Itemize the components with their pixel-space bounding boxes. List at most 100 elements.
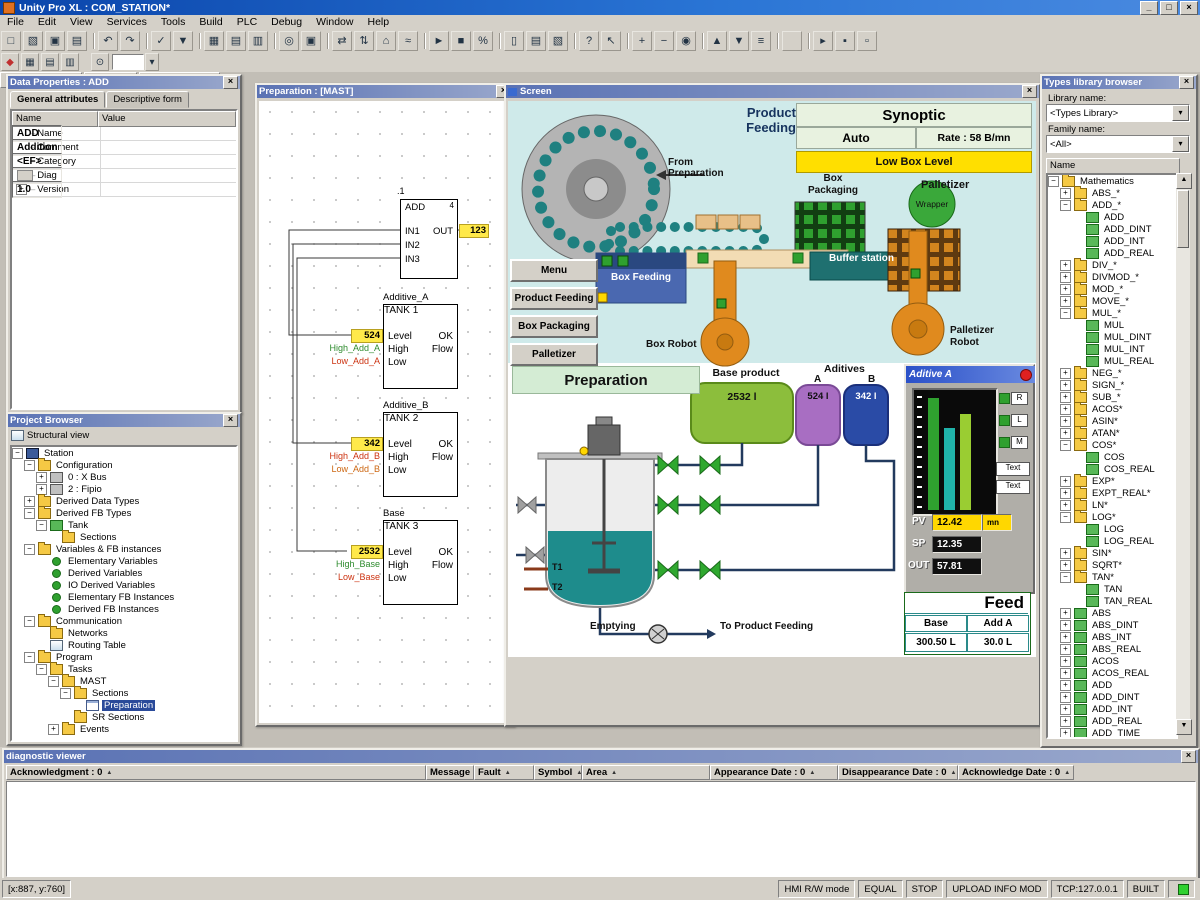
pin-ok[interactable]: OK (439, 547, 453, 558)
diagnostic-column-header[interactable]: Acknowledge Date : 0 (958, 765, 1074, 780)
screen-icon[interactable]: ▯ (504, 31, 524, 51)
undo-icon[interactable]: ↶ (98, 31, 118, 51)
tree-expander-icon[interactable] (1060, 668, 1071, 679)
pin-flow[interactable]: Flow (432, 560, 453, 571)
tree-expander-icon[interactable] (1060, 632, 1071, 643)
tree-item[interactable]: Events (48, 723, 236, 735)
close-button[interactable]: × (1180, 1, 1198, 15)
plc-connect-icon[interactable]: ⇄ (332, 31, 352, 51)
hmi-nav-button[interactable]: Menu (510, 259, 598, 282)
dropdown-icon[interactable]: ▾ (1172, 136, 1189, 152)
tree-item[interactable]: Routing Table (36, 639, 236, 651)
library-name-combo[interactable]: <Types Library> ▾ (1046, 104, 1190, 122)
tree-item[interactable]: Configuration (24, 459, 236, 471)
tree-expander-icon[interactable] (1060, 656, 1071, 667)
high-variable-label[interactable]: High_Add_B (299, 451, 380, 461)
tree-expander-icon[interactable] (12, 448, 23, 459)
tree-expander-icon[interactable] (1060, 296, 1071, 307)
pin-low[interactable]: Low (388, 465, 406, 476)
diagnostic-viewer-titlebar[interactable]: diagnostic viewer × (4, 750, 1198, 763)
tree-expander-icon[interactable] (1060, 368, 1071, 379)
tree-item[interactable]: ADD_TIME (1060, 727, 1176, 739)
diagnostic-column-header[interactable]: Message (426, 765, 474, 780)
low-variable-label[interactable]: Low_Add_B (299, 464, 380, 474)
tree-item[interactable]: MUL (1072, 319, 1176, 331)
scrollbar-thumb[interactable] (1177, 190, 1189, 248)
print-icon[interactable]: ▤ (67, 31, 87, 51)
pin-ok[interactable]: OK (439, 439, 453, 450)
tank-function-block[interactable]: Additive_A TANK 1 Level High Low OK Flow… (299, 292, 469, 388)
zoom-out-icon[interactable]: − (654, 31, 674, 51)
tree-expander-icon[interactable] (1060, 728, 1071, 739)
pin-low[interactable]: Low (388, 357, 406, 368)
tree-expander-icon[interactable] (36, 664, 47, 675)
tree-item[interactable]: ADD_INT (1060, 703, 1176, 715)
tree-expander-icon[interactable] (1060, 272, 1071, 283)
tree-item[interactable]: MUL_DINT (1072, 331, 1176, 343)
tree-item[interactable]: ACOS_REAL (1060, 667, 1176, 679)
tree-item[interactable]: ADD_REAL (1060, 715, 1176, 727)
alarm-banner[interactable]: Low Box Level (796, 151, 1032, 173)
save-icon[interactable]: ▣ (45, 31, 65, 51)
project-browser-titlebar[interactable]: Project Browser × (8, 414, 240, 427)
tree-expander-icon[interactable] (1060, 392, 1071, 403)
tree-item[interactable]: TAN* (1060, 571, 1176, 583)
faceplate-close-icon[interactable] (1020, 369, 1032, 381)
types-tree-scrollbar[interactable]: ▲ ▼ (1176, 173, 1190, 735)
tree-item[interactable]: LOG (1072, 523, 1176, 535)
level-input-value[interactable]: 2532 (351, 545, 383, 559)
high-variable-label[interactable]: High_Base (299, 559, 380, 569)
tree-expander-icon[interactable] (24, 496, 35, 507)
out-value[interactable]: 57.81 (932, 558, 982, 575)
tree-item[interactable]: COS (1072, 451, 1176, 463)
delete-icon[interactable]: ▪ (835, 31, 855, 51)
tree-expander-icon[interactable] (1060, 716, 1071, 727)
block-body[interactable]: TANK 3 Level High Low OK Flow (383, 520, 458, 605)
pin-in3[interactable]: IN3 (405, 254, 420, 265)
close-icon[interactable]: × (1179, 76, 1194, 89)
tree-expander-icon[interactable] (1048, 176, 1059, 187)
tree-expander-icon[interactable] (1060, 416, 1071, 427)
tree-expander-icon[interactable] (36, 520, 47, 531)
menu-item[interactable]: Help (360, 15, 396, 29)
tree-expander-icon[interactable] (1060, 200, 1071, 211)
tree-expander-icon[interactable] (1060, 644, 1071, 655)
pin-flow[interactable]: Flow (432, 344, 453, 355)
tab[interactable]: Descriptive form (106, 91, 189, 108)
tree-item[interactable]: MUL_INT (1072, 343, 1176, 355)
tree-expander-icon[interactable] (1060, 284, 1071, 295)
close-icon[interactable]: × (1181, 750, 1196, 763)
tree-item[interactable]: Networks (36, 627, 236, 639)
print-preview-icon[interactable]: ▣ (301, 31, 321, 51)
scroll-down-icon[interactable]: ▼ (1176, 719, 1192, 735)
tree-item[interactable]: IO Derived Variables (36, 579, 236, 591)
tree-expander-icon[interactable] (1060, 608, 1071, 619)
pin-out[interactable]: OUT (433, 226, 453, 237)
tree-item[interactable]: ADD_* (1060, 199, 1176, 211)
tree-item[interactable]: ABS_INT (1060, 631, 1176, 643)
tree-item[interactable]: MUL_* (1060, 307, 1176, 319)
diagnostic-column-header[interactable]: Appearance Date : 0 (710, 765, 838, 780)
tree-item[interactable]: ADD (1072, 211, 1176, 223)
diagnostic-column-header[interactable]: Disappearance Date : 0 (838, 765, 958, 780)
sp-value[interactable]: 12.35 (932, 536, 982, 553)
block-body[interactable]: TANK 1 Level High Low OK Flow (383, 304, 458, 389)
property-button-icon[interactable] (17, 170, 33, 181)
tree-expander-icon[interactable] (24, 508, 35, 519)
address-box[interactable] (782, 31, 802, 51)
tree-item[interactable]: Derived FB Types (24, 507, 236, 519)
menu-item[interactable]: View (63, 15, 100, 29)
tree-expander-icon[interactable] (60, 688, 71, 699)
menu-item[interactable]: Build (192, 15, 229, 29)
tank-function-block[interactable]: Base TANK 3 Level High Low OK Flow 2532 (299, 508, 469, 604)
tree-expander-icon[interactable] (1060, 500, 1071, 511)
tree-expander-icon[interactable] (1060, 692, 1071, 703)
diagnostic-column-header[interactable]: Symbol (534, 765, 582, 780)
tree-item[interactable]: Sections (60, 687, 236, 699)
close-icon[interactable]: × (223, 414, 238, 427)
hmi-nav-button[interactable]: Palletizer (510, 343, 598, 366)
r-button[interactable]: R (1011, 392, 1028, 405)
close-icon[interactable]: × (1022, 85, 1037, 98)
tree-item[interactable]: Mathematics (1048, 175, 1176, 187)
plc-transfer-icon[interactable]: ⇅ (354, 31, 374, 51)
